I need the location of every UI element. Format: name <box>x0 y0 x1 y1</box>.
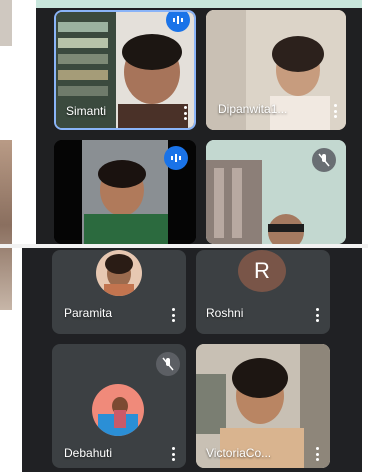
more-vert-icon[interactable] <box>166 445 180 463</box>
participant-name: Roshni <box>206 306 244 320</box>
mic-off-icon <box>156 352 180 376</box>
participant-name: Paramita <box>64 306 113 320</box>
participant-tile-paramita[interactable]: Paramita <box>52 250 186 334</box>
participant-tile-video-4[interactable] <box>206 140 346 244</box>
participant-tile-victoria[interactable]: VictoriaCo... <box>196 344 330 468</box>
participant-tile-roshni[interactable]: R Roshni <box>196 250 330 334</box>
avatar: R <box>238 250 286 292</box>
participant-tile-video-3[interactable] <box>54 140 196 244</box>
more-vert-icon[interactable] <box>328 102 342 120</box>
left-edge-photo-top <box>0 0 12 46</box>
participant-tile-dipanwita[interactable]: Dipanwita1... <box>206 10 346 130</box>
participant-name: VictoriaCo... <box>206 446 272 460</box>
avatar <box>92 384 144 436</box>
more-vert-icon[interactable] <box>178 104 192 122</box>
more-vert-icon[interactable] <box>310 445 324 463</box>
participant-name: Debahuti <box>64 446 113 460</box>
more-vert-icon[interactable] <box>310 306 324 324</box>
participant-tile-simanti[interactable]: Simanti <box>54 10 196 130</box>
more-vert-icon[interactable] <box>166 306 180 324</box>
participant-name: Simanti <box>66 104 107 118</box>
top-strip <box>36 0 362 8</box>
left-edge-photo-mid <box>0 140 12 310</box>
avatar <box>96 250 142 296</box>
participant-tile-debahuti[interactable]: Debahuti <box>52 344 186 468</box>
participant-name: Dipanwita1... <box>218 102 288 116</box>
audio-level-icon <box>164 146 188 170</box>
mic-off-icon <box>312 148 336 172</box>
